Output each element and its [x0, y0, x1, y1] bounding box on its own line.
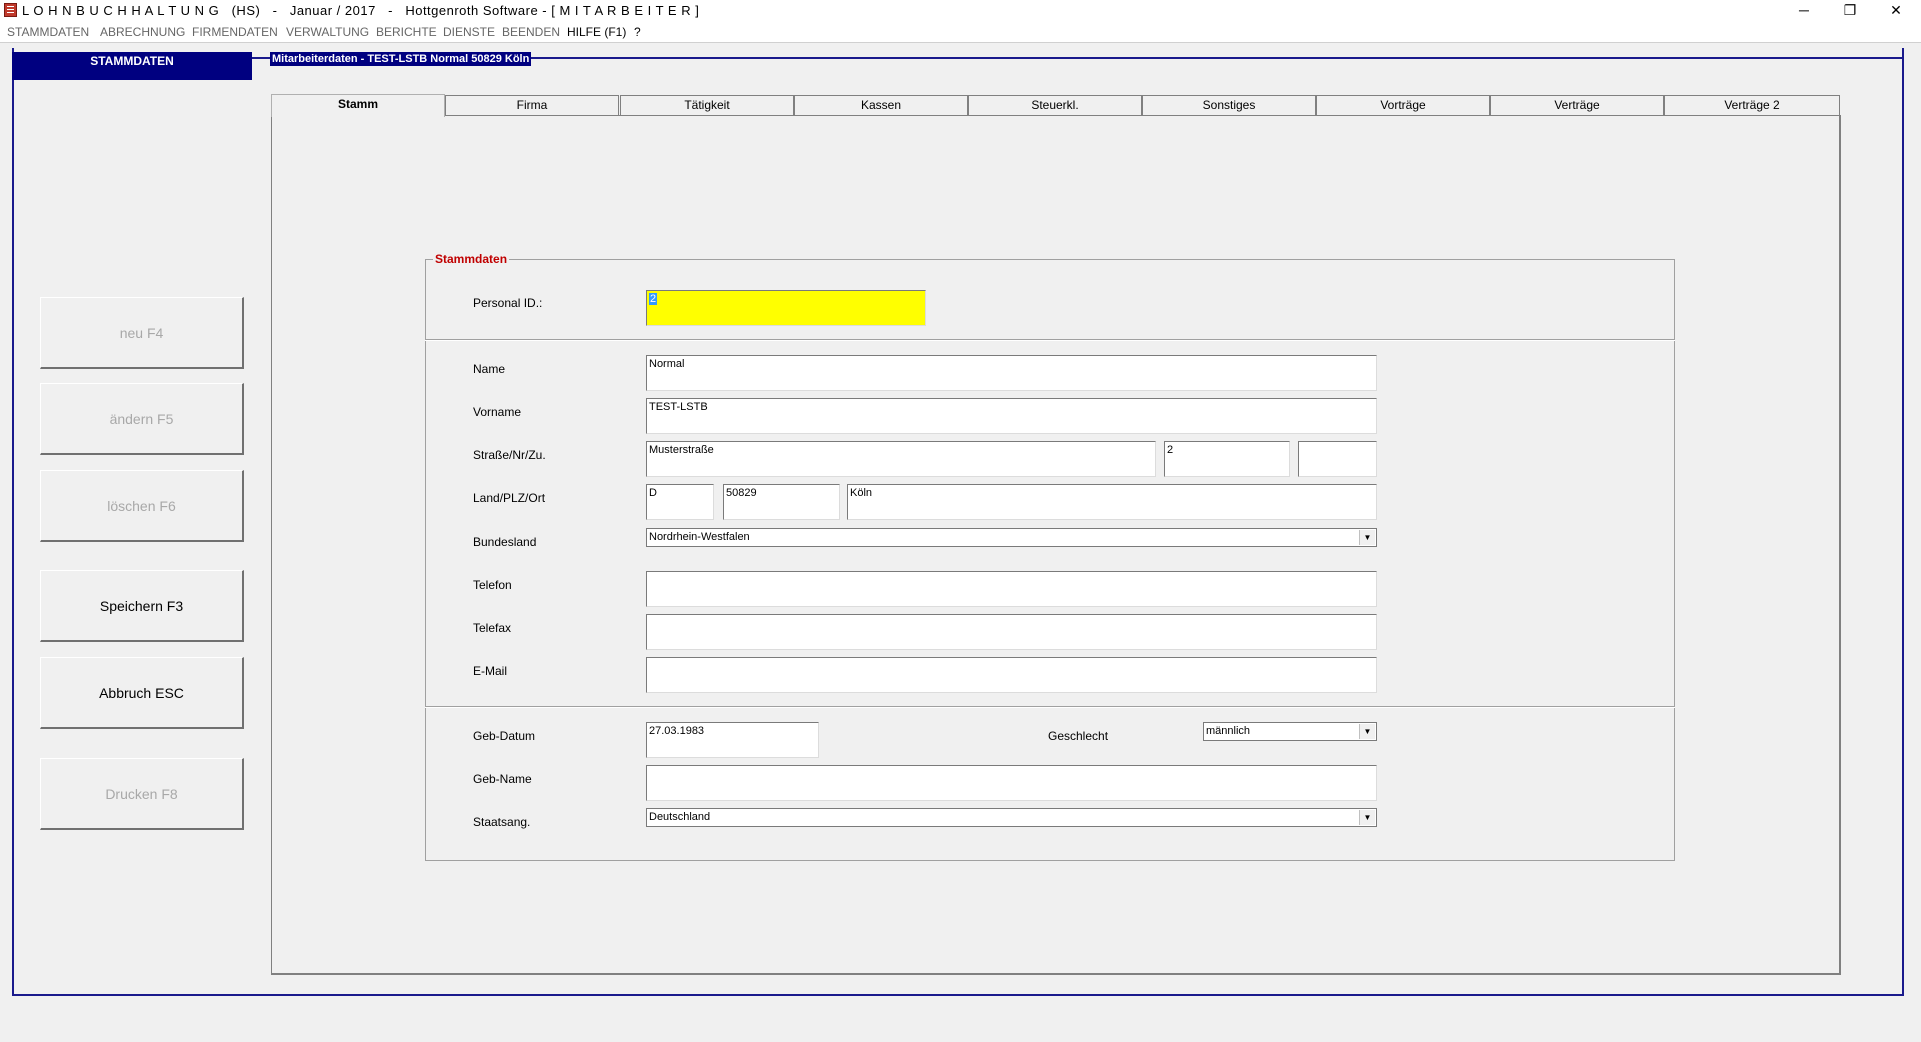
- title-bar: L O H N B U C H H A L T U N G (HS) - Jan…: [0, 0, 1921, 22]
- tab-vertraege[interactable]: Verträge: [1490, 95, 1664, 115]
- menu-beenden[interactable]: BEENDEN: [502, 25, 560, 39]
- gender-select-value: männlich: [1206, 725, 1251, 737]
- geschlecht-label: Geschlecht: [1048, 729, 1109, 743]
- dropdown-arrow-icon[interactable]: ▼: [1359, 530, 1375, 545]
- vorname-field[interactable]: TEST-LSTB: [646, 398, 1377, 434]
- menu-question[interactable]: ?: [634, 25, 641, 39]
- app-icon: [4, 3, 17, 17]
- address-suffix-field[interactable]: [1298, 441, 1377, 477]
- personal-id-label: Personal ID.:: [473, 296, 543, 310]
- personal-id-field[interactable]: 2: [646, 290, 926, 326]
- tab-vertraege-2[interactable]: Verträge 2: [1664, 95, 1840, 115]
- state-select-value: Nordrhein-Westfalen: [649, 531, 750, 543]
- separator: [425, 339, 1675, 341]
- tab-stamm[interactable]: Stamm: [271, 94, 445, 117]
- street-field[interactable]: Musterstraße: [646, 441, 1156, 477]
- record-caption: Mitarbeiterdaten - TEST-LSTB Normal 5082…: [270, 52, 532, 66]
- tab-kassen[interactable]: Kassen: [794, 95, 968, 115]
- personal-id-value: 2: [649, 293, 658, 305]
- birth-name-field[interactable]: [646, 765, 1377, 801]
- country-field[interactable]: D: [646, 484, 714, 520]
- telefax-label: Telefax: [473, 621, 512, 635]
- menu-dienste[interactable]: DIENSTE: [443, 25, 495, 39]
- new-button[interactable]: neu F4: [40, 297, 244, 369]
- staatsang-label: Staatsang.: [473, 815, 531, 829]
- save-button[interactable]: Speichern F3: [40, 570, 244, 642]
- email-label: E-Mail: [473, 664, 508, 678]
- land-plz-ort-label: Land/PLZ/Ort: [473, 491, 546, 505]
- menu-abrechnung[interactable]: ABRECHNUNG: [100, 25, 185, 39]
- tab-firma[interactable]: Firma: [445, 95, 619, 115]
- name-field[interactable]: Normal: [646, 355, 1377, 391]
- print-button[interactable]: Drucken F8: [40, 758, 244, 830]
- menu-bar: STAMMDATEN ABRECHNUNG FIRMENDATEN VERWAL…: [0, 22, 1921, 43]
- delete-button[interactable]: löschen F6: [40, 470, 244, 542]
- vorname-label: Vorname: [473, 405, 522, 419]
- phone-field[interactable]: [646, 571, 1377, 607]
- group-title: Stammdaten: [433, 252, 510, 266]
- cancel-button[interactable]: Abbruch ESC: [40, 657, 244, 729]
- menu-berichte[interactable]: BERICHTE: [376, 25, 437, 39]
- tab-vortraege[interactable]: Vorträge: [1316, 95, 1490, 115]
- restore-button[interactable]: ❐: [1827, 0, 1873, 22]
- postal-code-field[interactable]: 50829: [723, 484, 840, 520]
- state-select[interactable]: Nordrhein-Westfalen ▼: [646, 528, 1377, 547]
- tab-steuerkl[interactable]: Steuerkl.: [968, 95, 1142, 115]
- menu-hilfe[interactable]: HILFE (F1): [567, 25, 626, 39]
- city-field[interactable]: Köln: [847, 484, 1377, 520]
- tab-sonstiges[interactable]: Sonstiges: [1142, 95, 1316, 115]
- menu-stammdaten[interactable]: STAMMDATEN: [7, 25, 89, 39]
- tab-taetigkeit[interactable]: Tätigkeit: [620, 95, 794, 115]
- strasse-label: Straße/Nr/Zu.: [473, 448, 546, 462]
- close-button[interactable]: ✕: [1873, 0, 1919, 22]
- birth-date-field[interactable]: 27.03.1983: [646, 722, 819, 758]
- geb-datum-label: Geb-Datum: [473, 729, 536, 743]
- menu-firmendaten[interactable]: FIRMENDATEN: [192, 25, 278, 39]
- house-number-field[interactable]: 2: [1164, 441, 1290, 477]
- geb-name-label: Geb-Name: [473, 772, 532, 786]
- separator: [425, 706, 1675, 708]
- dropdown-arrow-icon[interactable]: ▼: [1359, 724, 1375, 739]
- menu-verwaltung[interactable]: VERWALTUNG: [286, 25, 369, 39]
- name-label: Name: [473, 362, 506, 376]
- dropdown-arrow-icon[interactable]: ▼: [1359, 810, 1375, 825]
- email-field[interactable]: [646, 657, 1377, 693]
- bundesland-label: Bundesland: [473, 535, 537, 549]
- window-title: L O H N B U C H H A L T U N G (HS) - Jan…: [22, 3, 700, 18]
- module-title: STAMMDATEN: [12, 52, 252, 80]
- gender-select[interactable]: männlich ▼: [1203, 722, 1377, 741]
- fax-field[interactable]: [646, 614, 1377, 650]
- telefon-label: Telefon: [473, 578, 512, 592]
- nationality-select[interactable]: Deutschland ▼: [646, 808, 1377, 827]
- nationality-select-value: Deutschland: [649, 811, 711, 823]
- minimize-button[interactable]: ─: [1781, 0, 1827, 22]
- edit-button[interactable]: ändern F5: [40, 383, 244, 455]
